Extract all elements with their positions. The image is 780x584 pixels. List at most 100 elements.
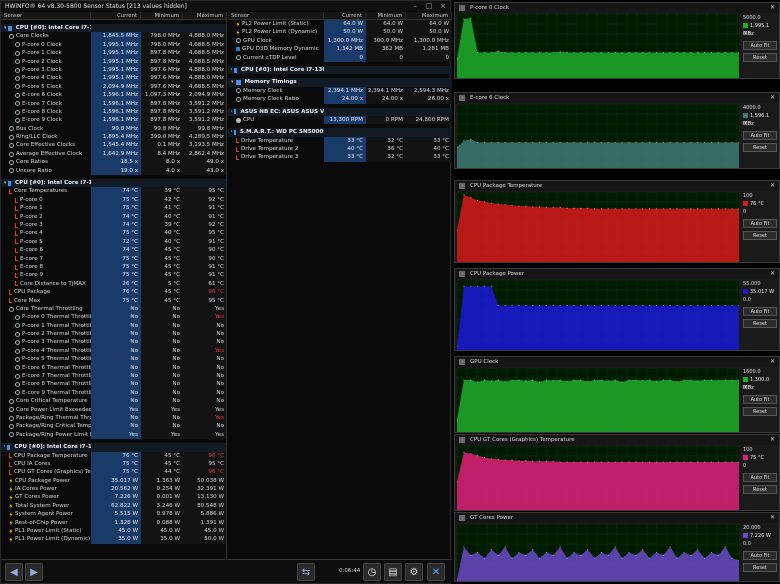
sensor-row[interactable]: Rest-of-Chip Power 1.326 W 0.088 W 1.391 W — [1, 518, 226, 528]
sensor-row[interactable]: P-core 5 Thermal Throttling No No No — [1, 355, 226, 364]
sensor-row[interactable]: PL2 Power Limit (Static) 64.0 W 64.0 W 64.0… — [228, 20, 452, 29]
sensor-row[interactable]: Memory Clock 2,394.1 MHz 2,394.1 MHz 2,594.… — [228, 86, 452, 96]
close-icon[interactable]: ✕ — [770, 93, 775, 103]
sensor-row[interactable]: CPU Package Power 35.017 W 1.363 W 50.038 W — [1, 476, 226, 486]
sensor-row[interactable]: E-core 7 Thermal ThrottlingNoNoNo — [1, 372, 226, 381]
reset-button[interactable]: Reset — [743, 407, 777, 416]
auto-fit-button[interactable]: Auto Fit — [743, 395, 777, 404]
sensor-row[interactable]: Bus Clock 99.8 MHz 99.8 MHz 99.8 MHz — [1, 124, 226, 134]
graph-title-bar[interactable]: GPU Clock ✕ — [455, 357, 779, 367]
sensor-row[interactable]: P-core 3 Clock 1,995.1 MHz 997.6 MHz 4,888.… — [1, 65, 226, 75]
auto-fit-button[interactable]: Auto Fit — [743, 41, 777, 50]
sensor-row[interactable]: E-core 6 Thermal ThrottlingNoNoNo — [1, 363, 226, 373]
sensor-row[interactable]: P-core 0 Thermal Throttling No No Yes — [1, 313, 226, 322]
sensor-row[interactable]: GPU D3D Memory Dynamic 1,342 MB 362 MB 1,28… — [228, 45, 452, 54]
sensor-row[interactable]: PL1 Power Limit (Dynamic) 35.0 W 35.0 W 50.… — [1, 535, 226, 544]
sensor-row[interactable]: E-core 9 75 °C 45 °C 91 °C — [1, 271, 226, 280]
sensor-row[interactable]: GPU Clock 1,300.0 MHz 300.0 MHz 1,300.0 MHz — [228, 36, 452, 46]
graph-window[interactable]: CPU GT Cores (Graphics) Temperature ✕ 100 7… — [454, 434, 780, 511]
graph-title-bar[interactable]: E-core 6 Clock ✕ — [455, 93, 779, 103]
auto-fit-button[interactable]: Auto Fit — [743, 219, 777, 228]
sensor-group-header[interactable]: ▾ CPU [#0]: Intel Core i7-13620H: Enhance… — [1, 443, 226, 452]
sensor-row[interactable]: Package/Ring Thermal ThrottlingNoNoYes — [1, 413, 226, 423]
sensor-row[interactable]: E-core 7 Clock 1,596.1 MHz 897.8 MHz 3,591.… — [1, 99, 226, 108]
graph-window[interactable]: E-core 6 Clock ✕ 4000.0 1,596.1 MHz 0.0 Auto … — [454, 92, 780, 169]
chevron-down-icon[interactable]: ▾ — [231, 108, 232, 116]
graph-window[interactable]: GT Cores Power ✕ 20.000 7.226 W 0.0 Auto Fit R… — [454, 512, 780, 582]
sensor-row[interactable]: P-core 1 Clock 1,995.1 MHz 897.8 MHz 4,688.… — [1, 49, 226, 58]
sensor-row[interactable]: E-core 9 Thermal ThrottlingNoNoNo — [1, 388, 226, 398]
sensor-row[interactable]: P-core 2 Thermal Throttling No No No — [1, 330, 226, 339]
col-sensor[interactable]: Sensor — [228, 12, 324, 19]
close-icon[interactable]: ✕ — [770, 269, 775, 279]
sensor-row[interactable]: Average Effective Clock 1,642.9 MHz 8.4 MH… — [1, 149, 226, 159]
sensor-row[interactable]: E-core 9 Clock 1,596.1 MHz 897.8 MHz 3,591.… — [1, 116, 226, 125]
sensor-row[interactable]: Ring/LLC Clock 1,895.4 MHz 399.0 MHz 4,289.… — [1, 133, 226, 142]
sensor-row[interactable]: Core Max 75 °C 45 °C 95 °C — [1, 296, 226, 305]
col-current[interactable]: Current — [324, 12, 366, 19]
sensor-row[interactable]: P-core 3 74 °C 39 °C 92 °C — [1, 220, 226, 230]
sensor-row[interactable]: Core Critical Temperature No No No — [1, 397, 226, 406]
close-icon[interactable]: ✕ — [770, 357, 775, 367]
chevron-down-icon[interactable]: ▾ — [4, 24, 6, 32]
graph-title-bar[interactable]: CPU Package Power ✕ — [455, 269, 779, 279]
sensor-group-header[interactable]: ▾ CPU [#0]: Intel Core i7-13620H: C-State… — [228, 65, 452, 75]
chevron-down-icon[interactable]: ▾ — [4, 443, 5, 451]
settings-icon[interactable]: ⚙ — [405, 563, 423, 581]
sensor-row[interactable]: PL2 Power Limit (Dynamic) 50.0 W 50.0 W 50.… — [228, 28, 452, 37]
sensor-row[interactable]: P-core 4 75 °C 40 °C 95 °C — [1, 229, 226, 238]
sensor-row[interactable]: CPU GT Cores (Graphics) Temper...75 °C44… — [1, 468, 226, 477]
reset-button[interactable]: Reset — [743, 485, 777, 494]
sensor-row[interactable]: GT Cores Power 7.226 W 0.001 W 13.130 W — [1, 493, 226, 502]
auto-fit-button[interactable]: Auto Fit — [743, 551, 777, 560]
sensor-row[interactable]: Total System Power 62.822 W 3.246 W 80.548 … — [1, 501, 226, 511]
graph-title-bar[interactable]: GT Cores Power ✕ — [455, 513, 779, 523]
close-icon[interactable]: × — [436, 1, 450, 11]
sensor-row[interactable]: Package/Ring Critical TemperatureNoNoNo — [1, 422, 226, 431]
reset-button[interactable]: Reset — [743, 53, 777, 62]
sensor-row[interactable]: PL1 Power Limit (Static) 45.0 W 45.0 W 45.0… — [1, 527, 226, 536]
sensor-group-header[interactable]: ▾ CPU [#0]: Intel Core i7-13620H — [1, 24, 226, 33]
reset-button[interactable]: Reset — [743, 143, 777, 152]
graph-window[interactable]: P-core 0 Clock ✕ 5000.0 1,995.1 MHz 0.0 Auto … — [454, 2, 780, 79]
sensor-row[interactable]: Drive Temperature 3 33 °C 32 °C 33 °C — [228, 153, 452, 162]
network-icon[interactable]: ⇆ — [297, 563, 315, 581]
sensor-row[interactable]: Core Clocks 1,845.5 MHz 798.0 MHz 4,888.0 M… — [1, 32, 226, 41]
sensor-row[interactable]: Drive Temperature 33 °C 32 °C 33 °C — [228, 136, 452, 146]
graph-title-bar[interactable]: CPU Package Temperature ✕ — [455, 181, 779, 191]
sensor-row[interactable]: CPU Package Temperature 76 °C 45 °C 96 °C — [1, 451, 226, 460]
chevron-down-icon[interactable]: ▾ — [231, 66, 232, 74]
sensor-row[interactable]: Core Effective Clocks 1,545.4 MHz 0.1 MHz 3… — [1, 141, 226, 150]
collapse-left-icon[interactable]: ◀ — [5, 563, 23, 581]
sensor-row[interactable]: P-core 2 Clock 1,995.1 MHz 897.8 MHz 4,688.… — [1, 57, 226, 66]
sensor-row[interactable]: P-core 1 Thermal Throttling No No No — [1, 321, 226, 331]
sensor-group-header[interactable]: ▾ ASUS NB EC: ASUS ASUS Vivobook S 16 S56… — [228, 107, 452, 116]
close-icon[interactable]: ✕ — [770, 435, 775, 445]
sensor-row[interactable]: P-core 3 Thermal Throttling No No No — [1, 338, 226, 347]
graph-window[interactable]: GPU Clock ✕ 1600.0 1,300.0 MHz 0.0 Auto Fit Re… — [454, 356, 780, 433]
expand-right-icon[interactable]: ▶ — [25, 563, 43, 581]
reset-button[interactable]: Reset — [743, 563, 777, 572]
sensor-row[interactable]: E-core 8 Thermal ThrottlingNoNoNo — [1, 380, 226, 389]
chevron-down-icon[interactable]: ▾ — [231, 78, 234, 86]
sensor-row[interactable]: P-core 0 Clock 1,995.1 MHz 798.0 MHz 4,688.… — [1, 40, 226, 50]
sensor-row[interactable]: CPU 13,300 RPM 0 RPM 24,800 RPM — [228, 115, 452, 125]
reset-button[interactable]: Reset — [743, 231, 777, 240]
graph-window[interactable]: CPU Package Temperature ✕ 100 76 °C 0 Auto Fi… — [454, 180, 780, 263]
sensor-row[interactable]: P-core 5 72 °C 40 °C 91 °C — [1, 237, 226, 247]
sensor-row[interactable]: P-core 5 Clock 2,094.9 MHz 997.6 MHz 4,688.… — [1, 82, 226, 92]
sensor-row[interactable]: Core Thermal Throttling No No Yes — [1, 304, 226, 314]
sensor-row[interactable]: CPU Package 76 °C 45 °C 96 °C — [1, 288, 226, 297]
close-icon[interactable]: ✕ — [770, 3, 775, 13]
sensor-row[interactable]: IA Cores Power 20.562 W 0.254 W 32.391 W — [1, 485, 226, 494]
report-icon[interactable]: ▤ — [384, 563, 402, 581]
chevron-down-icon[interactable]: ▾ — [231, 128, 232, 136]
sensor-row[interactable]: Uncore Ratio 19.0 x 4.0 x 43.0 x — [1, 166, 226, 176]
maximize-icon[interactable]: □ — [422, 1, 436, 11]
sensor-row[interactable]: P-core 0 75 °C 42 °C 92 °C — [1, 195, 226, 205]
col-sensor[interactable]: Sensor — [1, 12, 91, 19]
sensor-row[interactable]: CPU IA Cores 75 °C 45 °C 95 °C — [1, 459, 226, 469]
chevron-down-icon[interactable]: ▾ — [4, 179, 6, 187]
graph-window[interactable]: CPU Package Power ✕ 55.000 35.017 W 0.0 Auto … — [454, 268, 780, 351]
sensor-group-header[interactable]: ▾ CPU [#0]: Intel Core i7-13620H: DTS — [1, 179, 226, 188]
